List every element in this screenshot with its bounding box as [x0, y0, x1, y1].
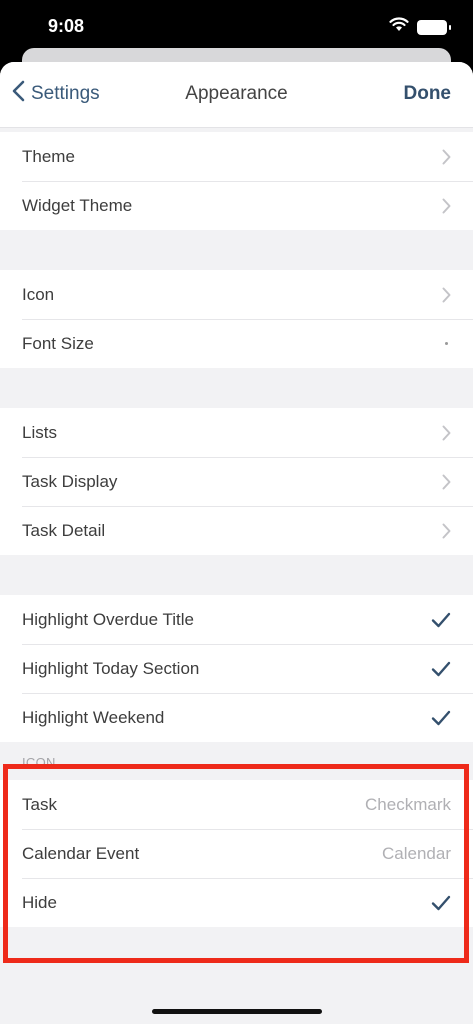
- row-task-display[interactable]: Task Display: [0, 457, 473, 506]
- group-separator: [0, 555, 473, 595]
- row-highlight-today-section[interactable]: Highlight Today Section: [0, 644, 473, 693]
- row-label: Task Display: [22, 471, 118, 491]
- chevron-right-icon: [442, 132, 451, 181]
- row-label: Highlight Weekend: [22, 707, 165, 727]
- chevron-right-icon: [442, 270, 451, 319]
- row-task-detail[interactable]: Task Detail: [0, 506, 473, 555]
- group-separator: [0, 230, 473, 270]
- status-bar: 9:08: [0, 0, 473, 52]
- chevron-right-icon: [442, 506, 451, 555]
- wifi-icon: [389, 17, 409, 37]
- row-lists[interactable]: Lists: [0, 408, 473, 457]
- row-label: Task: [22, 794, 57, 814]
- settings-group: Icon Font Size: [0, 270, 473, 368]
- icon-settings-group: Task Checkmark Calendar Event Calendar H…: [0, 780, 473, 927]
- row-label: Highlight Today Section: [22, 658, 200, 678]
- appearance-modal: Settings Appearance Done Theme Widget The…: [0, 62, 473, 1024]
- row-label: Hide: [22, 892, 57, 912]
- row-font-size[interactable]: Font Size: [0, 319, 473, 368]
- status-time: 9:08: [48, 16, 85, 36]
- chevron-right-icon: [442, 181, 451, 230]
- checkmark-icon: [431, 693, 451, 742]
- home-indicator: [152, 1009, 322, 1014]
- row-highlight-weekend[interactable]: Highlight Weekend: [0, 693, 473, 742]
- battery-icon: [417, 19, 451, 35]
- row-widget-theme[interactable]: Widget Theme: [0, 181, 473, 230]
- row-theme[interactable]: Theme: [0, 132, 473, 181]
- navigation-bar: Settings Appearance Done: [0, 62, 473, 128]
- chevron-right-icon: [442, 408, 451, 457]
- group-separator: [0, 368, 473, 408]
- row-label: Theme: [22, 146, 75, 166]
- row-label: Task Detail: [22, 520, 106, 540]
- row-calendar-event-icon[interactable]: Calendar Event Calendar: [0, 829, 473, 878]
- section-header-icon: ICON: [0, 742, 473, 780]
- settings-group: Highlight Overdue Title Highlight Today S…: [0, 595, 473, 742]
- checkmark-icon: [431, 878, 451, 927]
- row-label: Highlight Overdue Title: [22, 609, 194, 629]
- chevron-right-icon: [442, 457, 451, 506]
- checkmark-icon: [431, 644, 451, 693]
- settings-list: Theme Widget Theme Icon Font Size Lists Task …: [0, 132, 473, 742]
- row-label: Icon: [22, 284, 55, 304]
- row-label: Widget Theme: [22, 195, 133, 215]
- row-value: Calendar: [382, 843, 451, 863]
- row-label: Calendar Event: [22, 843, 140, 863]
- row-highlight-overdue-title[interactable]: Highlight Overdue Title: [0, 595, 473, 644]
- page-title: Appearance: [185, 83, 288, 104]
- row-label: Font Size: [22, 333, 94, 353]
- row-value: Checkmark: [365, 794, 451, 814]
- notch: [120, 0, 352, 34]
- row-hide-icon[interactable]: Hide: [0, 878, 473, 927]
- row-icon[interactable]: Icon: [0, 270, 473, 319]
- settings-group: Theme Widget Theme: [0, 132, 473, 230]
- settings-group: Lists Task Display Task Detail: [0, 408, 473, 555]
- checkmark-icon: [431, 595, 451, 644]
- row-label: Lists: [22, 422, 57, 442]
- dot-icon: [445, 319, 451, 368]
- status-icons: [389, 17, 451, 37]
- row-task-icon[interactable]: Task Checkmark: [0, 780, 473, 829]
- done-button[interactable]: Done: [404, 83, 452, 105]
